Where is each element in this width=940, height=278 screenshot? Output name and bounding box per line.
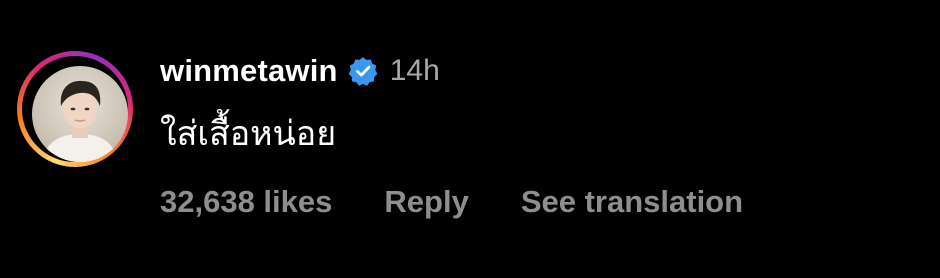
comment-item: winmetawin 14h ใส่เสื้อหน่อย 32,638 like… bbox=[0, 0, 940, 278]
verified-badge-icon bbox=[348, 57, 377, 86]
see-translation-button[interactable]: See translation bbox=[521, 184, 743, 220]
reply-button[interactable]: Reply bbox=[384, 184, 468, 220]
likes-count-button[interactable]: 32,638 likes bbox=[160, 184, 332, 220]
comment-actions: 32,638 likes Reply See translation bbox=[160, 184, 743, 220]
username[interactable]: winmetawin bbox=[160, 53, 338, 89]
avatar-gap bbox=[22, 56, 128, 162]
timestamp: 14h bbox=[389, 54, 440, 87]
comment-text: ใส่เสื้อหน่อย bbox=[160, 114, 337, 154]
story-ring[interactable] bbox=[17, 51, 133, 167]
comment-header: winmetawin 14h bbox=[160, 51, 440, 91]
avatar[interactable] bbox=[32, 66, 128, 162]
avatar-photo bbox=[42, 80, 118, 162]
